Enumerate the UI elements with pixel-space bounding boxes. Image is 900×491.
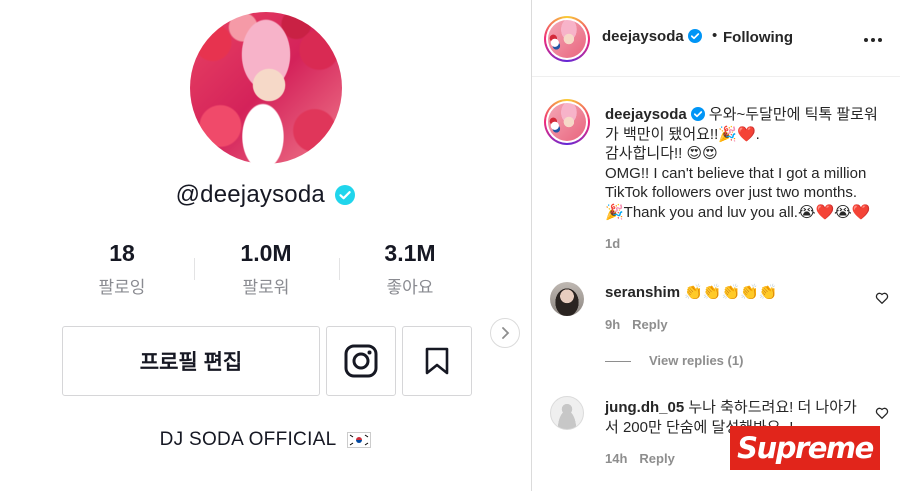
stat-following[interactable]: 18 팔로잉 xyxy=(57,239,187,299)
username-row: @deejaysoda xyxy=(0,181,531,209)
comment-username[interactable]: jung.dh_05 xyxy=(605,399,684,416)
comment-timestamp[interactable]: 14h xyxy=(605,451,627,466)
supreme-logo: Supreme xyxy=(730,426,880,470)
caption-line: 우와~두달만에 틱톡 팔로워 xyxy=(708,106,878,123)
more-options-icon[interactable] xyxy=(862,30,884,50)
post-header: deejaysoda • Following xyxy=(532,0,900,77)
caption-line: TikTok followers over just two months. xyxy=(605,184,858,201)
comment: seranshim 👏👏👏👏👏 9h Reply xyxy=(605,283,870,334)
profile-username: @deejaysoda xyxy=(175,181,325,208)
heart-icon[interactable] xyxy=(875,406,889,420)
view-replies-line xyxy=(605,361,631,363)
bio-text: DJ SODA OFFICIAL xyxy=(159,429,336,450)
stat-followers[interactable]: 1.0M 팔로워 xyxy=(201,239,331,299)
header-username-text[interactable]: deejaysoda xyxy=(602,28,684,45)
instagram-post-panel: deejaysoda • Following deejaysoda 우와~두달만… xyxy=(532,0,900,491)
korea-flag-icon xyxy=(347,431,372,448)
reply-button[interactable]: Reply xyxy=(639,451,674,466)
caption-avatar[interactable] xyxy=(544,99,590,145)
instagram-link-button[interactable] xyxy=(326,326,396,396)
tiktok-profile-panel: @deejaysoda 18 팔로잉 1.0M 팔로워 3.1M 좋아요 프로필… xyxy=(0,0,531,491)
stat-divider xyxy=(339,258,340,280)
comment-avatar[interactable] xyxy=(550,396,584,430)
view-replies-button[interactable]: View replies (1) xyxy=(605,353,743,368)
favorites-button[interactable] xyxy=(402,326,472,396)
header-username[interactable]: deejaysoda xyxy=(602,28,702,45)
caption-username[interactable]: deejaysoda xyxy=(605,106,687,123)
heart-icon[interactable] xyxy=(875,291,889,305)
stat-label: 좋아요 xyxy=(386,278,434,297)
post-caption: deejaysoda 우와~두달만에 틱톡 팔로워 가 백만이 됐어요!!🎉❤️… xyxy=(605,105,895,254)
caption-line: 🎉Thank you and luv you all.😭❤️😭❤️ xyxy=(605,203,871,221)
stat-value: 3.1M xyxy=(384,240,436,266)
view-replies-text[interactable]: View replies (1) xyxy=(649,353,743,368)
stat-divider xyxy=(194,258,195,280)
instagram-icon xyxy=(344,344,378,378)
profile-photo[interactable] xyxy=(190,12,342,164)
verified-badge-icon xyxy=(335,185,356,205)
edit-profile-button[interactable]: 프로필 편집 xyxy=(62,326,320,396)
stat-value: 18 xyxy=(109,240,135,266)
comment-avatar[interactable] xyxy=(550,282,584,316)
caption-timestamp[interactable]: 1d xyxy=(605,234,895,254)
stat-label: 팔로잉 xyxy=(98,278,146,297)
bookmark-icon xyxy=(425,347,449,375)
following-button[interactable]: Following xyxy=(723,29,793,46)
chevron-right-icon xyxy=(502,327,510,339)
profile-bio: DJ SODA OFFICIAL xyxy=(0,429,531,451)
header-dot: • xyxy=(712,27,718,44)
comment-text: 👏👏👏👏👏 xyxy=(684,284,778,301)
caption-line: 감사합니다!! 😍😍 xyxy=(605,145,718,162)
comment-text: 누나 축하드려요! 더 나아가 xyxy=(688,399,857,416)
reply-button[interactable]: Reply xyxy=(632,317,667,332)
verified-badge-icon xyxy=(690,107,705,121)
comment-username[interactable]: seranshim xyxy=(605,284,680,301)
caption-line: OMG!! I can't believe that I got a milli… xyxy=(605,164,867,182)
header-avatar[interactable] xyxy=(544,16,590,62)
verified-badge-icon xyxy=(687,29,702,43)
stat-value: 1.0M xyxy=(240,240,292,266)
caption-line: 가 백만이 됐어요!!🎉❤️. xyxy=(605,125,760,143)
stat-label: 팔로워 xyxy=(242,278,290,297)
stat-likes[interactable]: 3.1M 좋아요 xyxy=(345,239,475,299)
comment-timestamp[interactable]: 9h xyxy=(605,317,620,332)
carousel-next-button[interactable] xyxy=(490,318,520,348)
